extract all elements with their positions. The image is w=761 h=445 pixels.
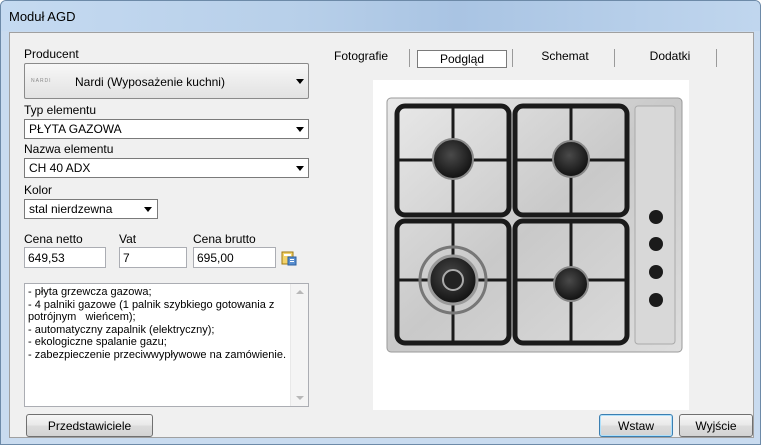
wstaw-label: Wstaw <box>618 419 654 433</box>
cena-netto-label: Cena netto <box>24 232 83 246</box>
vat-value: 7 <box>123 251 130 265</box>
cena-brutto-input[interactable]: 695,00 <box>193 247 276 268</box>
window-title: Moduł AGD <box>9 9 76 24</box>
cena-netto-input[interactable]: 649,53 <box>24 247 106 268</box>
scroll-down-icon[interactable] <box>296 396 304 400</box>
producent-select[interactable]: NARDI Nardi (Wyposażenie kuchni) <box>24 63 309 99</box>
tab-dodatki[interactable]: Dodatki <box>635 49 705 63</box>
przedstawiciele-label: Przedstawiciele <box>47 419 132 433</box>
chevron-down-icon <box>296 79 304 84</box>
scroll-up-icon[interactable] <box>296 290 304 294</box>
tab-separator <box>716 49 717 67</box>
vat-input[interactable]: 7 <box>119 247 187 268</box>
przedstawiciele-button[interactable]: Przedstawiciele <box>26 414 153 437</box>
typ-elementu-value: PŁYTA GAZOWA <box>29 122 122 136</box>
wyjscie-label: Wyjście <box>695 419 737 433</box>
producent-label: Producent <box>24 47 79 61</box>
tab-separator <box>409 49 410 67</box>
producent-value: Nardi (Wyposażenie kuchni) <box>75 75 225 89</box>
nazwa-elementu-value: CH 40 ADX <box>29 161 91 175</box>
cena-brutto-label: Cena brutto <box>193 232 256 246</box>
client-area: Producent NARDI Nardi (Wyposażenie kuchn… <box>9 32 754 438</box>
cena-brutto-value: 695,00 <box>197 251 234 265</box>
description-scrollbar[interactable] <box>290 284 308 406</box>
tab-fotografie-label: Fotografie <box>334 49 389 63</box>
vat-label: Vat <box>119 232 137 246</box>
tab-dodatki-label: Dodatki <box>649 49 691 63</box>
gas-hob-illustration <box>386 97 683 353</box>
title-bar: Moduł AGD <box>1 1 760 31</box>
agd-module-window: Moduł AGD Producent NARDI Nardi (Wyposaż… <box>0 0 761 445</box>
nazwa-elementu-label: Nazwa elementu <box>24 142 114 156</box>
typ-elementu-label: Typ elementu <box>24 103 97 117</box>
wyjscie-button[interactable]: Wyjście <box>679 414 753 437</box>
tab-schemat-label: Schemat <box>541 49 589 63</box>
chevron-down-icon <box>296 166 304 171</box>
tab-separator <box>614 49 615 67</box>
description-textarea[interactable]: - płyta grzewcza gazowa; - 4 palniki gaz… <box>24 283 309 407</box>
kolor-label: Kolor <box>24 183 53 197</box>
tab-fotografie[interactable]: Fotografie <box>334 49 388 63</box>
chevron-down-icon <box>144 207 152 212</box>
kolor-value: stal nierdzewna <box>29 202 113 216</box>
wstaw-button[interactable]: Wstaw <box>599 414 673 437</box>
tab-separator <box>512 49 513 67</box>
tab-podglad-label: Podgląd <box>439 52 485 66</box>
cena-netto-value: 649,53 <box>28 251 65 265</box>
product-preview-image <box>373 80 689 410</box>
producent-logo: NARDI <box>31 78 52 84</box>
chevron-down-icon <box>296 127 304 132</box>
nazwa-elementu-select[interactable]: CH 40 ADX <box>24 158 309 178</box>
tab-podglad[interactable]: Podgląd <box>417 50 507 68</box>
tab-schemat[interactable]: Schemat <box>530 49 600 63</box>
typ-elementu-select[interactable]: PŁYTA GAZOWA <box>24 119 309 139</box>
calculator-icon[interactable] <box>281 250 297 266</box>
description-text: - płyta grzewcza gazowa; - 4 palniki gaz… <box>28 286 287 361</box>
kolor-select[interactable]: stal nierdzewna <box>24 199 158 219</box>
